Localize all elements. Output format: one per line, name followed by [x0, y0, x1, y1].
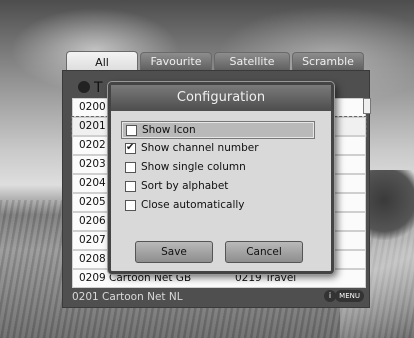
configuration-dialog: Configuration Show Icon Show channel num… — [108, 82, 334, 274]
list-title: T — [78, 80, 103, 96]
scrollbar-thumb[interactable] — [363, 98, 371, 114]
option-show-single-column[interactable]: Show single column — [121, 159, 313, 175]
tab-satellite[interactable]: Satellite — [214, 52, 290, 71]
option-show-icon[interactable]: Show Icon — [121, 121, 315, 139]
checkbox-icon[interactable] — [125, 162, 136, 173]
checkbox-icon[interactable] — [126, 125, 137, 136]
save-button[interactable]: Save — [135, 241, 213, 263]
option-sort-by-alphabet[interactable]: Sort by alphabet — [121, 178, 313, 194]
cancel-button[interactable]: Cancel — [225, 241, 303, 263]
status-bar: 0201 Cartoon Net NL i MENU — [72, 290, 364, 304]
current-channel: 0201 Cartoon Net NL — [72, 291, 183, 303]
checkbox-icon[interactable] — [125, 181, 136, 192]
checkbox-icon[interactable] — [125, 200, 136, 211]
option-close-automatically[interactable]: Close automatically — [121, 197, 313, 213]
menu-key-icon: MENU — [335, 290, 364, 302]
checkbox-checked-icon[interactable] — [125, 140, 136, 156]
dialog-title: Configuration — [111, 85, 331, 111]
tv-icon — [78, 81, 90, 93]
tab-favourite[interactable]: Favourite — [140, 52, 212, 71]
option-show-channel-number[interactable]: Show channel number — [121, 140, 313, 156]
tab-scramble[interactable]: Scramble — [292, 52, 364, 71]
